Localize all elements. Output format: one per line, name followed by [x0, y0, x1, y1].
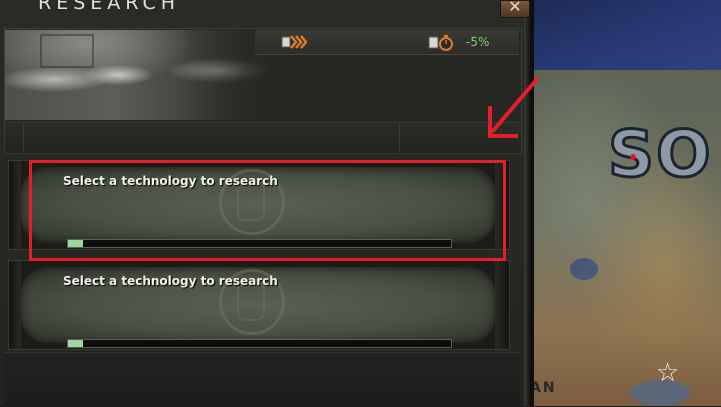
- annotation-highlight-box: [29, 160, 506, 261]
- slot-cap: [495, 261, 509, 349]
- world-map[interactable]: SO AN: [530, 0, 721, 406]
- panel-divider: [530, 0, 534, 406]
- close-icon: ✕: [508, 0, 522, 16]
- star-icon[interactable]: ☆: [656, 358, 679, 388]
- map-capital-marker[interactable]: [630, 154, 636, 160]
- research-speed-icon[interactable]: [428, 34, 454, 52]
- panel-edge: [524, 0, 530, 406]
- research-slot-label: Select a technology to research: [63, 274, 278, 288]
- annotation-arrow-icon: [488, 76, 540, 138]
- close-button[interactable]: ✕: [500, 0, 530, 18]
- map-lake: [570, 258, 598, 280]
- map-terrain: [530, 220, 721, 406]
- research-progress-bar: [67, 339, 452, 348]
- research-progress-fill: [68, 340, 84, 347]
- research-boost-icon[interactable]: [281, 34, 307, 50]
- divider: [23, 123, 24, 153]
- research-speed-value: -5%: [466, 35, 490, 49]
- divider: [399, 123, 400, 153]
- map-country-label: SO: [607, 117, 713, 194]
- photo-detail: [40, 34, 94, 68]
- panel-title: RESEARCH: [38, 0, 181, 14]
- research-sub-bar: [4, 122, 522, 154]
- research-slot[interactable]: Select a technology to research: [8, 260, 510, 350]
- slot-cap: [9, 261, 21, 349]
- panel-footer: [4, 352, 520, 407]
- slot-cap: [9, 161, 21, 249]
